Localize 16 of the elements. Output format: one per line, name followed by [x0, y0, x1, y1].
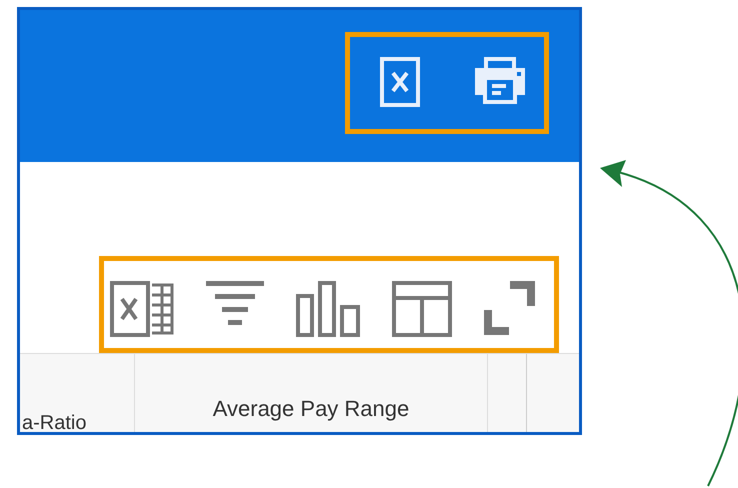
expand-icon [484, 281, 535, 335]
layout-button[interactable] [392, 281, 452, 337]
excel-export-button[interactable] [380, 57, 420, 107]
export-to-excel-button[interactable] [110, 281, 174, 337]
bar-chart-icon [296, 281, 360, 337]
filter-button[interactable] [206, 281, 264, 327]
spreadsheet-file-icon [380, 57, 420, 107]
printer-icon [475, 57, 525, 104]
column-header: Average Pay Range [212, 396, 410, 423]
print-button[interactable] [475, 57, 525, 104]
filter-icon [206, 281, 264, 327]
expand-button[interactable] [484, 281, 535, 335]
column-header: a-Ratio [22, 412, 86, 432]
spreadsheet-icon [110, 281, 174, 337]
table-layout-icon [392, 281, 452, 337]
chart-button[interactable] [296, 281, 360, 337]
